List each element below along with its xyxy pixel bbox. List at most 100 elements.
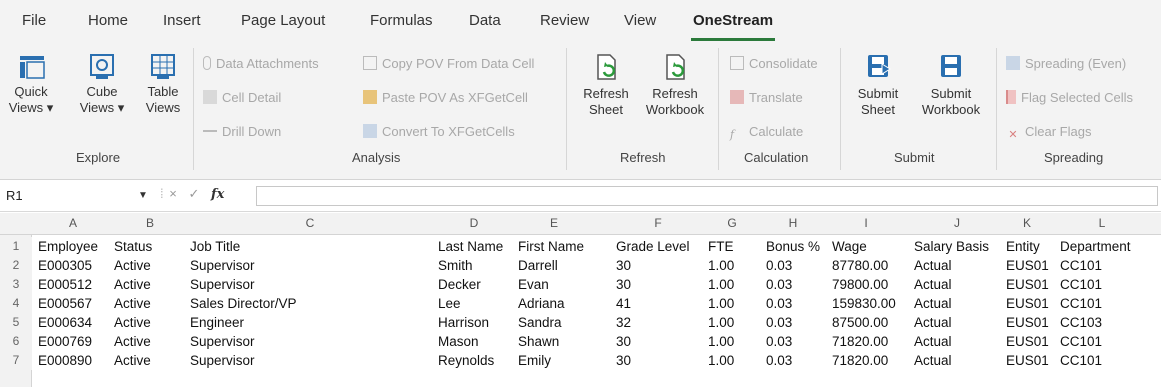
spreading-even-button[interactable]: Spreading (Even)	[1006, 56, 1126, 71]
cell[interactable]: E000305	[38, 256, 92, 275]
cell[interactable]: EUS01	[1006, 294, 1049, 313]
cell-detail-button[interactable]: Cell Detail	[203, 90, 281, 105]
cell[interactable]: EUS01	[1006, 256, 1049, 275]
cell[interactable]: CC101	[1060, 256, 1102, 275]
cell[interactable]: Employee	[38, 237, 98, 256]
chevron-down-icon[interactable]: ▼	[138, 185, 148, 207]
cell[interactable]: 159830.00	[832, 294, 896, 313]
cell[interactable]: 30	[616, 332, 631, 351]
cell[interactable]: CC103	[1060, 313, 1102, 332]
cell[interactable]: 30	[616, 351, 631, 370]
cell[interactable]: Smith	[438, 256, 473, 275]
tab-view[interactable]: View	[624, 12, 656, 29]
cell[interactable]: 71820.00	[832, 332, 888, 351]
cell[interactable]: EUS01	[1006, 351, 1049, 370]
cell[interactable]: Evan	[518, 275, 549, 294]
tab-review[interactable]: Review	[540, 12, 589, 29]
cell[interactable]: E000512	[38, 275, 92, 294]
drill-down-button[interactable]: Drill Down	[203, 124, 281, 139]
cell[interactable]: Actual	[914, 313, 952, 332]
cell[interactable]: EUS01	[1006, 332, 1049, 351]
tab-insert[interactable]: Insert	[163, 12, 201, 29]
cell[interactable]: 0.03	[766, 332, 792, 351]
cell[interactable]: 71820.00	[832, 351, 888, 370]
data-attachments-button[interactable]: Data Attachments	[203, 56, 319, 71]
cell[interactable]: Active	[114, 294, 151, 313]
cell[interactable]: Supervisor	[190, 351, 255, 370]
cell[interactable]: CC101	[1060, 332, 1102, 351]
cell[interactable]: Mason	[438, 332, 479, 351]
tab-formulas[interactable]: Formulas	[370, 12, 433, 29]
cell[interactable]: 79800.00	[832, 275, 888, 294]
cell[interactable]: 30	[616, 256, 631, 275]
cell[interactable]: 0.03	[766, 256, 792, 275]
cell[interactable]: EUS01	[1006, 275, 1049, 294]
cell[interactable]: Sandra	[518, 313, 562, 332]
column-header[interactable]: B	[114, 216, 186, 230]
cell[interactable]: E000890	[38, 351, 92, 370]
cell[interactable]: Harrison	[438, 313, 489, 332]
calculate-button[interactable]: f Calculate	[730, 124, 803, 142]
consolidate-button[interactable]: Consolidate	[730, 56, 818, 71]
copy-pov-button[interactable]: Copy POV From Data Cell	[363, 56, 534, 71]
column-header[interactable]: C	[186, 216, 434, 230]
cell[interactable]: 1.00	[708, 332, 734, 351]
cell[interactable]: CC101	[1060, 275, 1102, 294]
column-header[interactable]: A	[32, 216, 114, 230]
cell[interactable]: 1.00	[708, 294, 734, 313]
refresh-sheet-button[interactable]: Refresh Sheet	[574, 52, 638, 118]
tab-home[interactable]: Home	[88, 12, 128, 29]
cell[interactable]: Status	[114, 237, 152, 256]
column-header[interactable]: K	[1002, 216, 1052, 230]
cell[interactable]: 87500.00	[832, 313, 888, 332]
cell[interactable]: 1.00	[708, 351, 734, 370]
formula-input[interactable]	[256, 186, 1158, 206]
cell[interactable]: Actual	[914, 275, 952, 294]
insert-function-icon[interactable]: fx	[211, 187, 224, 202]
convert-xfgetcells-button[interactable]: Convert To XFGetCells	[363, 124, 515, 139]
cell[interactable]: Actual	[914, 294, 952, 313]
cell[interactable]: Grade Level	[616, 237, 690, 256]
cell[interactable]: Last Name	[438, 237, 503, 256]
tab-data[interactable]: Data	[469, 12, 501, 29]
cell[interactable]: 41	[616, 294, 631, 313]
quick-views-button[interactable]: Quick Views ▾	[0, 52, 62, 116]
row-header[interactable]: 4	[0, 294, 32, 313]
column-header[interactable]: E	[514, 216, 594, 230]
cell[interactable]: Salary Basis	[914, 237, 989, 256]
tab-onestream[interactable]: OneStream	[690, 12, 776, 41]
cell[interactable]: Active	[114, 332, 151, 351]
enter-icon[interactable]: ✓	[188, 186, 199, 201]
tab-page-layout[interactable]: Page Layout	[241, 12, 325, 29]
row-header[interactable]: 7	[0, 351, 32, 370]
cell[interactable]: 87780.00	[832, 256, 888, 275]
cell[interactable]: Darrell	[518, 256, 558, 275]
row-header[interactable]: 3	[0, 275, 32, 294]
paste-pov-button[interactable]: Paste POV As XFGetCell	[363, 90, 528, 105]
cell[interactable]: Adriana	[518, 294, 565, 313]
cell[interactable]: Bonus %	[766, 237, 820, 256]
flag-selected-cells-button[interactable]: Flag Selected Cells	[1006, 90, 1133, 105]
cell[interactable]: 30	[616, 275, 631, 294]
translate-button[interactable]: Translate	[730, 90, 803, 105]
cell[interactable]: Department	[1060, 237, 1131, 256]
cell[interactable]: CC101	[1060, 294, 1102, 313]
cell[interactable]: Supervisor	[190, 332, 255, 351]
row-header[interactable]: 2	[0, 256, 32, 275]
column-header[interactable]: J	[912, 216, 1002, 230]
cell[interactable]: Active	[114, 256, 151, 275]
cell[interactable]: Active	[114, 313, 151, 332]
cell[interactable]: E000634	[38, 313, 92, 332]
cell[interactable]: Decker	[438, 275, 481, 294]
column-header[interactable]: L	[1052, 216, 1152, 230]
cell[interactable]: Supervisor	[190, 275, 255, 294]
tab-file[interactable]: File	[22, 12, 46, 29]
cell[interactable]: Actual	[914, 351, 952, 370]
cell[interactable]: E000769	[38, 332, 92, 351]
row-header[interactable]: 6	[0, 332, 32, 351]
cell[interactable]: 32	[616, 313, 631, 332]
clear-flags-button[interactable]: ✕ Clear Flags	[1006, 124, 1091, 142]
row-header[interactable]: 5	[0, 313, 32, 332]
cell[interactable]: Reynolds	[438, 351, 494, 370]
row-header[interactable]: 1	[0, 237, 32, 256]
